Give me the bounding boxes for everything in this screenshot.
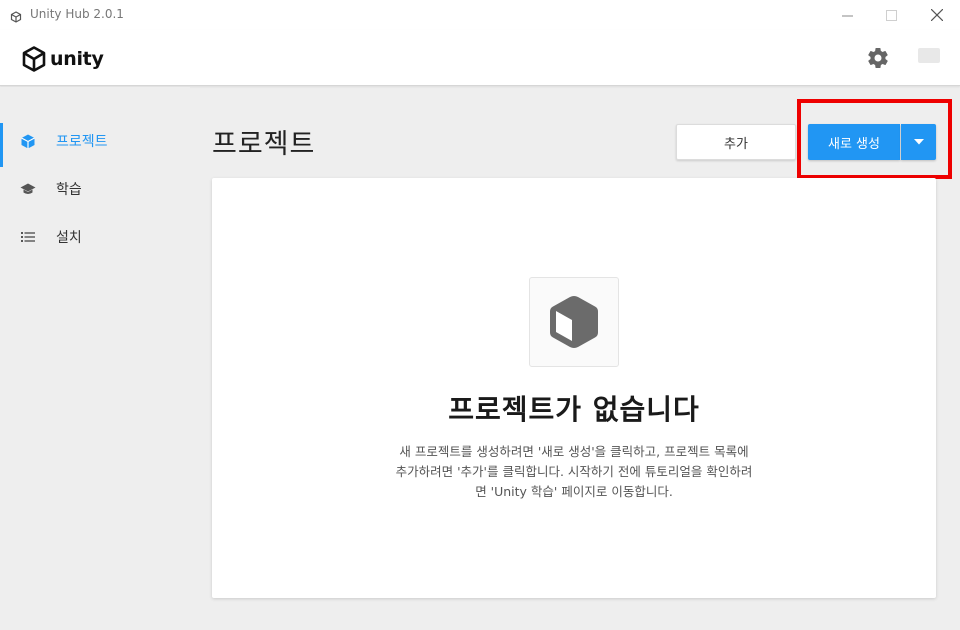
- account-icon[interactable]: [918, 48, 940, 63]
- close-icon: [931, 9, 943, 21]
- gear-icon[interactable]: [866, 46, 890, 70]
- highlight-annotation: [797, 99, 952, 179]
- add-button[interactable]: 추가: [676, 124, 796, 160]
- cube-icon: [20, 133, 36, 149]
- sidebar-item-label: 프로젝트: [56, 134, 108, 150]
- empty-state-icon-box: [529, 277, 619, 367]
- app-header: unity: [0, 30, 960, 86]
- sidebar: 프로젝트 학습 설치: [0, 87, 190, 630]
- sidebar-item-learn[interactable]: 학습: [0, 167, 190, 211]
- empty-state-line: 추가하려면 '추가'를 클릭합니다. 시작하기 전에 튜토리얼을 확인하려: [395, 464, 753, 479]
- empty-state-line: 새 프로젝트를 생성하려면 '새로 생성'을 클릭하고, 프로젝트 목록에: [399, 444, 749, 459]
- sidebar-item-projects[interactable]: 프로젝트: [0, 119, 190, 167]
- maximize-icon: [885, 9, 897, 21]
- graduation-cap-icon: [20, 181, 36, 197]
- list-icon: [20, 229, 36, 245]
- window-title: Unity Hub 2.0.1: [30, 7, 124, 21]
- title-bar: Unity Hub 2.0.1: [0, 0, 960, 30]
- logo-text: unity: [50, 48, 104, 70]
- minimize-icon: [841, 15, 853, 16]
- unity-logo: unity: [22, 46, 104, 72]
- sidebar-item-label: 설치: [56, 230, 82, 246]
- unity-logo-icon: [22, 46, 46, 72]
- cube-icon: [550, 296, 598, 348]
- unity-app-icon: [10, 8, 22, 23]
- projects-panel: 프로젝트가 없습니다 새 프로젝트를 생성하려면 '새로 생성'을 클릭하고, …: [212, 178, 936, 598]
- empty-state-title: 프로젝트가 없습니다: [448, 393, 700, 426]
- page-title: 프로젝트: [212, 129, 316, 160]
- minimize-button[interactable]: [824, 0, 870, 30]
- maximize-button[interactable]: [868, 0, 914, 30]
- sidebar-item-installs[interactable]: 설치: [0, 215, 190, 259]
- empty-state-line: 면 'Unity 학습' 페이지로 이동합니다.: [475, 484, 673, 499]
- sidebar-item-label: 학습: [56, 182, 82, 198]
- empty-state-description: 새 프로젝트를 생성하려면 '새로 생성'을 클릭하고, 프로젝트 목록에 추가…: [354, 442, 794, 502]
- close-button[interactable]: [914, 0, 960, 30]
